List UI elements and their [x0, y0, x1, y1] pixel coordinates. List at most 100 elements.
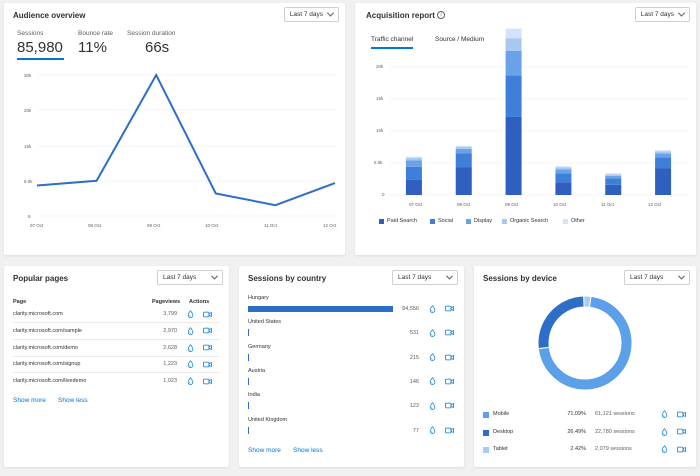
heatmap-icon[interactable]: [429, 353, 436, 361]
recording-icon[interactable]: [203, 361, 212, 368]
recording-icon[interactable]: [203, 311, 212, 318]
popular-range-dropdown[interactable]: Last 7 days: [157, 270, 223, 285]
device-sessions: 61,121 sessions: [595, 411, 635, 417]
country-bar: [248, 329, 249, 337]
show-less-link[interactable]: Show less: [58, 397, 88, 404]
country-sessions-value: 84,556: [402, 306, 419, 312]
heatmap-icon[interactable]: [187, 310, 194, 318]
bar-segment[interactable]: [505, 51, 522, 76]
x-tick: 11 Oct: [264, 223, 277, 228]
bar-segment[interactable]: [655, 150, 672, 152]
heatmap-icon[interactable]: [429, 328, 436, 337]
legend-social[interactable]: Social: [430, 218, 453, 224]
heatmap-icon[interactable]: [661, 410, 668, 418]
bar-segment[interactable]: [605, 178, 622, 185]
recording-icon[interactable]: [203, 344, 212, 351]
recording-icon[interactable]: [677, 428, 686, 435]
recording-icon[interactable]: [445, 378, 454, 385]
bar-segment[interactable]: [455, 145, 472, 147]
chevron-down-icon: [677, 272, 686, 280]
heatmap-icon[interactable]: [187, 343, 194, 352]
heatmap-icon[interactable]: [187, 360, 194, 369]
show-more-link[interactable]: Show more: [248, 447, 281, 454]
bar-segment[interactable]: [405, 156, 422, 158]
recording-icon[interactable]: [445, 305, 454, 312]
bar-segment[interactable]: [605, 174, 622, 176]
page-url[interactable]: clarity.microsoft.com/sample: [13, 328, 82, 334]
recording-icon[interactable]: [445, 402, 454, 409]
row-divider: [13, 338, 220, 340]
device-name: Mobile: [493, 411, 510, 417]
device-range-dropdown[interactable]: Last 7 days: [624, 270, 690, 285]
device-swatch: [483, 429, 489, 436]
chevron-down-icon: [445, 272, 454, 280]
bar-segment[interactable]: [655, 157, 672, 169]
recording-icon[interactable]: [203, 378, 212, 385]
bar-segment[interactable]: [405, 166, 422, 180]
bar-segment[interactable]: [405, 160, 422, 167]
heatmap-icon[interactable]: [429, 377, 436, 386]
bar-segment[interactable]: [405, 157, 422, 161]
heatmap-icon[interactable]: [429, 426, 436, 434]
row-divider: [13, 322, 220, 323]
recording-icon[interactable]: [677, 446, 686, 453]
recording-icon[interactable]: [445, 329, 454, 336]
bar-segment[interactable]: [455, 167, 472, 195]
recording-icon[interactable]: [445, 354, 454, 361]
heatmap-icon[interactable]: [187, 326, 194, 335]
bar-segment[interactable]: [505, 75, 522, 117]
device-name: Desktop: [493, 428, 514, 435]
legend-other[interactable]: Other: [563, 218, 585, 224]
page-url[interactable]: clarity.microsoft.com/demo: [13, 345, 78, 351]
heatmap-icon[interactable]: [661, 427, 668, 436]
heatmap-icon[interactable]: [187, 377, 194, 386]
country-bar: [248, 353, 249, 361]
bar-segment[interactable]: [605, 175, 622, 179]
donut-slice-tablet[interactable]: [583, 295, 592, 308]
legend-swatch: [563, 218, 568, 224]
heatmap-icon[interactable]: [661, 445, 668, 453]
country-range-dropdown[interactable]: Last 7 days: [392, 270, 458, 285]
recording-icon[interactable]: [203, 327, 212, 334]
bar-segment[interactable]: [655, 151, 672, 154]
x-tick: 07 Oct: [30, 223, 44, 228]
page-url[interactable]: clarity.microsoft.com/signup: [13, 361, 80, 367]
bar-segment[interactable]: [555, 167, 572, 170]
bar-segment[interactable]: [555, 169, 572, 174]
bar-segment[interactable]: [505, 116, 522, 195]
bar-segment[interactable]: [505, 28, 522, 39]
legend-paid-search[interactable]: Paid Search: [379, 218, 417, 224]
show-less-link[interactable]: Show less: [293, 447, 323, 454]
bar-segment[interactable]: [405, 179, 422, 195]
bar-segment[interactable]: [655, 153, 672, 158]
page-url[interactable]: clarity.microsoft.com: [13, 311, 63, 317]
pageviews-value: 2,628: [163, 344, 177, 351]
bar-segment[interactable]: [555, 182, 572, 195]
recording-icon[interactable]: [445, 427, 454, 434]
heatmap-icon[interactable]: [429, 401, 436, 410]
legend-display[interactable]: Display: [466, 218, 492, 224]
show-more-link[interactable]: Show more: [13, 397, 46, 404]
country-sessions-value: 123: [409, 403, 419, 410]
country-name: United States: [248, 319, 282, 326]
popular-pages-card: Popular pages Last 7 days Page Pageviews…: [4, 266, 229, 467]
recording-icon[interactable]: [677, 411, 686, 418]
bar-segment[interactable]: [455, 147, 472, 149]
bar-segment[interactable]: [555, 166, 572, 168]
bar-segment[interactable]: [605, 184, 622, 195]
country-bar: [248, 377, 249, 385]
bar-segment[interactable]: [655, 168, 672, 195]
bar-segment[interactable]: [555, 173, 572, 183]
bar-segment[interactable]: [455, 148, 472, 154]
legend-organic-search[interactable]: Organic Search: [502, 218, 548, 224]
bar-segment[interactable]: [455, 153, 472, 168]
chevron-down-icon: [210, 272, 219, 280]
page-url[interactable]: clarity.microsoft.com/livedemo: [13, 378, 86, 384]
country-sessions-value: 146: [409, 378, 419, 385]
heatmap-icon[interactable]: [429, 304, 436, 313]
bar-segment[interactable]: [605, 173, 622, 175]
bar-segment[interactable]: [505, 38, 522, 51]
row-divider: [13, 355, 220, 357]
country-name: India: [248, 392, 260, 399]
donut-slice-desktop[interactable]: [537, 295, 585, 350]
